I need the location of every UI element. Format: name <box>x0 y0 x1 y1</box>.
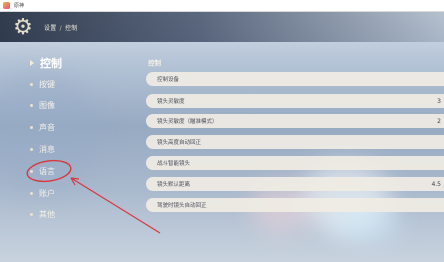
setting-control-device[interactable]: 控制设备 <box>146 72 444 86</box>
sidebar-item-label: 语言 <box>39 166 55 176</box>
sidebar-item-label: 其他 <box>39 209 55 219</box>
bullet-icon <box>30 103 33 107</box>
setting-value: 3 <box>437 97 441 105</box>
sidebar-item-messages[interactable]: 消息 <box>30 141 55 157</box>
setting-label: 镜头灵敏度（瞄准模式） <box>157 119 218 125</box>
breadcrumb-root[interactable]: 设置 <box>44 25 57 32</box>
bullet-icon <box>30 147 33 151</box>
setting-driving-camera-auto-reset[interactable]: 驾驶时镜头自动回正 <box>146 198 444 212</box>
sidebar-item-language[interactable]: 语言 <box>30 163 55 179</box>
window-titlebar: 原神 <box>0 0 444 12</box>
panel-title: 控制 <box>148 59 161 67</box>
bullet-icon <box>30 212 33 216</box>
setting-camera-sensitivity[interactable]: 镜头灵敏度 3 <box>146 94 444 108</box>
bullet-icon <box>30 125 33 129</box>
sidebar-item-label: 声音 <box>39 122 55 132</box>
bullet-icon <box>30 169 33 173</box>
sidebar-item-control[interactable]: 控制 <box>30 55 62 71</box>
active-arrow-icon <box>30 60 34 66</box>
sidebar-item-label: 按键 <box>39 79 55 89</box>
sidebar-item-label: 图像 <box>39 100 55 110</box>
setting-camera-height-auto-reset[interactable]: 镜头高度自动回正 <box>146 135 444 149</box>
sidebar-item-keys[interactable]: 按键 <box>30 76 55 92</box>
breadcrumb-current: 控制 <box>64 25 78 32</box>
setting-label: 镜头灵敏度 <box>157 99 185 105</box>
setting-label: 战斗智能镜头 <box>157 161 191 167</box>
sidebar-item-label: 消息 <box>39 144 55 154</box>
sidebar-item-sound[interactable]: 声音 <box>30 119 55 135</box>
setting-label: 镜头默认距离 <box>157 182 191 188</box>
bullet-icon <box>30 191 33 195</box>
breadcrumb-separator: / <box>59 25 62 32</box>
setting-value: 2 <box>437 117 441 125</box>
setting-default-camera-distance[interactable]: 镜头默认距离 4.5 <box>146 177 444 191</box>
sidebar-item-account[interactable]: 账户 <box>30 185 55 201</box>
gear-icon: ⚙ <box>13 15 33 40</box>
sidebar-item-graphics[interactable]: 图像 <box>30 97 55 113</box>
setting-value: 4.5 <box>431 180 441 188</box>
setting-label: 镜头高度自动回正 <box>157 140 202 146</box>
sidebar-item-label: 账户 <box>39 188 55 198</box>
breadcrumb: 设置 / 控制 <box>44 23 78 32</box>
sidebar-item-label: 控制 <box>40 57 62 70</box>
app-icon <box>3 2 10 9</box>
sidebar-item-other[interactable]: 其他 <box>30 206 55 222</box>
window-title: 原神 <box>14 3 25 9</box>
setting-smart-combat-camera[interactable]: 战斗智能镜头 <box>146 156 444 170</box>
setting-label: 驾驶时镜头自动回正 <box>157 203 207 209</box>
bullet-icon <box>30 82 33 86</box>
setting-camera-sensitivity-aiming[interactable]: 镜头灵敏度（瞄准模式） 2 <box>146 114 444 128</box>
setting-label: 控制设备 <box>157 77 180 83</box>
